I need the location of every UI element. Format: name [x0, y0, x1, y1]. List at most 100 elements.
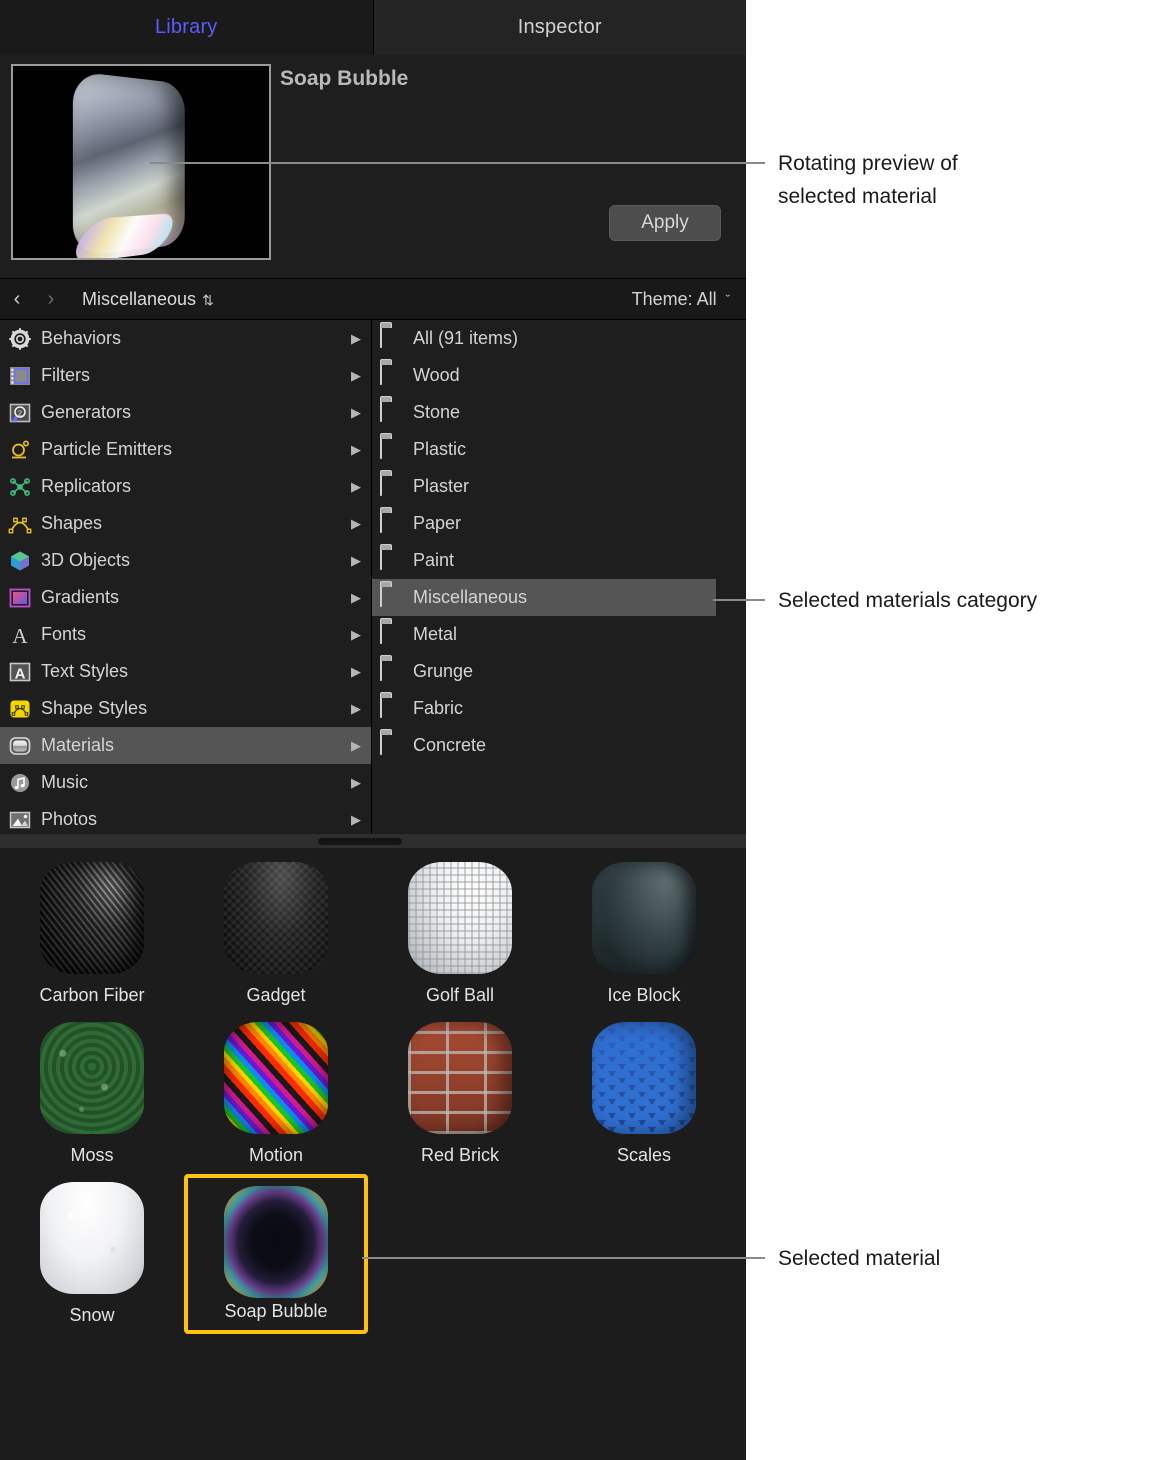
category-item-miscellaneous[interactable]: Miscellaneous	[372, 579, 716, 616]
material-tile-golf-ball[interactable]: Golf Ball	[368, 854, 552, 1014]
material-label: Motion	[248, 1145, 304, 1165]
material-swatch	[224, 1022, 328, 1134]
callout-leader-line-1	[150, 162, 765, 164]
gradient-icon	[8, 586, 32, 610]
back-arrow-icon[interactable]: ‹	[0, 288, 34, 311]
breadcrumb[interactable]: Miscellaneous ⇅	[82, 289, 214, 310]
svg-text:A: A	[15, 665, 26, 682]
folder-icon	[380, 399, 404, 425]
library-navigation-bar: ‹ › Miscellaneous ⇅ Theme: All ˇ	[0, 278, 746, 320]
tab-library[interactable]: Library	[0, 0, 373, 55]
disclosure-triangle-icon[interactable]: ▶	[351, 738, 361, 754]
disclosure-triangle-icon[interactable]: ▶	[351, 664, 361, 680]
sidebar-item-shape-styles[interactable]: Shape Styles ▶	[0, 690, 371, 727]
category-item-label: Metal	[413, 624, 458, 644]
panel-tab-bar: Library Inspector	[0, 0, 746, 55]
category-item-label: All (91 items)	[413, 328, 519, 348]
material-swatch	[40, 862, 144, 974]
material-tile-ice-block[interactable]: Ice Block	[552, 854, 736, 1014]
material-swatch	[224, 862, 328, 974]
splitter-grabber-handle[interactable]	[318, 838, 402, 845]
callout-line-1b: selected material	[778, 184, 937, 208]
sidebar-item-generators[interactable]: 2 Generators ▶	[0, 394, 371, 431]
particle-emitter-icon	[8, 438, 32, 462]
disclosure-triangle-icon[interactable]: ▶	[351, 701, 361, 717]
tab-inspector-label: Inspector	[517, 16, 602, 38]
category-item-paint[interactable]: Paint	[372, 542, 746, 579]
sidebar-item-label: Photos	[41, 809, 98, 829]
sidebar-item-behaviors[interactable]: Behaviors ▶	[0, 320, 371, 357]
sidebar-item-particle-emitters[interactable]: Particle Emitters ▶	[0, 431, 371, 468]
theme-dropdown-label: Theme: All	[631, 288, 717, 309]
library-browser: Behaviors ▶ Filters ▶ 2 Generators ▶ Particle E…	[0, 320, 746, 834]
category-item-metal[interactable]: Metal	[372, 616, 746, 653]
material-tile-gadget[interactable]: Gadget	[184, 854, 368, 1014]
disclosure-triangle-icon[interactable]: ▶	[351, 812, 361, 828]
category-item-label: Paper	[413, 513, 462, 533]
forward-arrow-icon[interactable]: ›	[34, 288, 68, 311]
material-tile-soap-bubble[interactable]: Soap Bubble	[184, 1174, 368, 1334]
sidebar-item-gradients[interactable]: Gradients ▶	[0, 579, 371, 616]
callout-selected-category: Selected materials category	[778, 585, 1138, 618]
category-item-plaster[interactable]: Plaster	[372, 468, 746, 505]
category-item-paper[interactable]: Paper	[372, 505, 746, 542]
material-tile-carbon-fiber[interactable]: Carbon Fiber	[0, 854, 184, 1014]
callout-line-2a: Selected materials category	[778, 589, 1038, 612]
sidebar-item-label: Replicators	[41, 476, 132, 496]
sidebar-item-label: Materials	[41, 735, 115, 755]
category-item-concrete[interactable]: Concrete	[372, 727, 746, 764]
apply-button-label: Apply	[641, 212, 689, 233]
preview-header: Soap Bubble Apply	[0, 55, 746, 278]
category-item-stone[interactable]: Stone	[372, 394, 746, 431]
film-strip-icon	[8, 364, 32, 388]
sidebar-item-3d-objects[interactable]: 3D Objects ▶	[0, 542, 371, 579]
folder-icon	[380, 547, 404, 573]
material-tile-scales[interactable]: Scales	[552, 1014, 736, 1174]
folder-icon	[380, 473, 404, 499]
material-tile-moss[interactable]: Moss	[0, 1014, 184, 1174]
soap-bubble-preview-shape	[72, 71, 185, 257]
folder-icon	[380, 695, 404, 721]
material-tile-snow[interactable]: Snow	[0, 1174, 184, 1334]
category-item-plastic[interactable]: Plastic	[372, 431, 746, 468]
category-item-grunge[interactable]: Grunge	[372, 653, 746, 690]
theme-dropdown[interactable]: Theme: All ˇ	[632, 289, 730, 310]
disclosure-triangle-icon[interactable]: ▶	[351, 405, 361, 421]
category-item-wood[interactable]: Wood	[372, 357, 746, 394]
chevron-down-icon: ˇ	[725, 291, 730, 307]
category-item-label: Concrete	[413, 735, 487, 755]
folder-icon	[380, 510, 404, 536]
gear-icon	[8, 327, 32, 351]
disclosure-triangle-icon[interactable]: ▶	[351, 368, 361, 384]
material-icon	[8, 734, 32, 758]
sidebar-item-fonts[interactable]: A Fonts ▶	[0, 616, 371, 653]
material-tile-red-brick[interactable]: Red Brick	[368, 1014, 552, 1174]
sidebar-item-filters[interactable]: Filters ▶	[0, 357, 371, 394]
material-tile-motion[interactable]: Motion	[184, 1014, 368, 1174]
sidebar-item-shapes[interactable]: Shapes ▶	[0, 505, 371, 542]
sidebar-item-text-styles[interactable]: A Text Styles ▶	[0, 653, 371, 690]
library-sidebar-list: Behaviors ▶ Filters ▶ 2 Generators ▶ Particle E…	[0, 320, 372, 834]
material-swatch	[592, 1022, 696, 1134]
sort-toggle-icon[interactable]: ⇅	[202, 292, 214, 308]
apply-button[interactable]: Apply	[609, 205, 721, 241]
sidebar-item-replicators[interactable]: Replicators ▶	[0, 468, 371, 505]
tab-inspector[interactable]: Inspector	[372, 0, 746, 55]
material-label: Red Brick	[420, 1145, 500, 1165]
disclosure-triangle-icon[interactable]: ▶	[351, 553, 361, 569]
disclosure-triangle-icon[interactable]: ▶	[351, 516, 361, 532]
disclosure-triangle-icon[interactable]: ▶	[351, 775, 361, 791]
disclosure-triangle-icon[interactable]: ▶	[351, 442, 361, 458]
disclosure-triangle-icon[interactable]: ▶	[351, 331, 361, 347]
category-item-all-91-items-[interactable]: All (91 items)	[372, 320, 746, 357]
category-item-label: Stone	[413, 402, 461, 422]
category-item-label: Paint	[413, 550, 455, 570]
disclosure-triangle-icon[interactable]: ▶	[351, 479, 361, 495]
sidebar-item-materials[interactable]: Materials ▶	[0, 727, 371, 764]
disclosure-triangle-icon[interactable]: ▶	[351, 590, 361, 606]
sidebar-item-photos[interactable]: Photos ▶	[0, 801, 371, 838]
sidebar-item-music[interactable]: Music ▶	[0, 764, 371, 801]
material-swatch	[224, 1186, 328, 1298]
disclosure-triangle-icon[interactable]: ▶	[351, 627, 361, 643]
category-item-fabric[interactable]: Fabric	[372, 690, 746, 727]
